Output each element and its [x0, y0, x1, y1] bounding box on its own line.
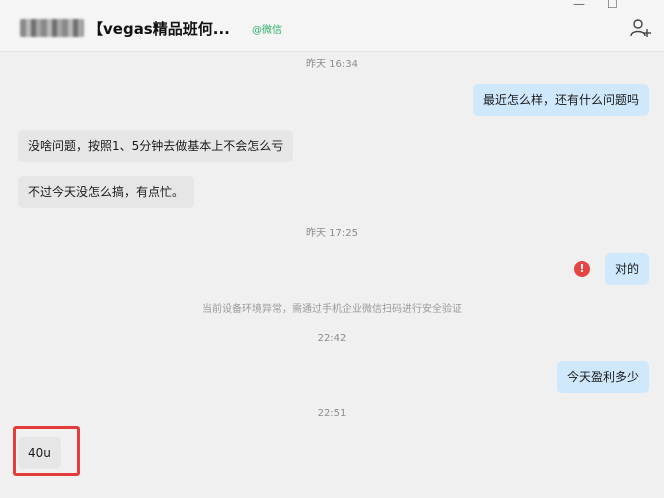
redacted-avatar	[20, 19, 84, 37]
security-notice: 当前设备环境异常，需通过手机企业微信扫码进行安全验证	[202, 304, 462, 315]
timestamp: 22:51	[317, 408, 347, 419]
message-bubble-outgoing[interactable]: 今天盈利多少	[556, 361, 649, 393]
message-bubble-incoming[interactable]: 不过今天没怎么搞，有点忙。	[18, 176, 195, 208]
maximize-button[interactable]: ☐	[607, 0, 618, 11]
highlight-box	[13, 426, 80, 476]
add-member-icon[interactable]	[630, 18, 652, 38]
timestamp: 昨天 17:25	[306, 228, 358, 239]
send-failed-icon[interactable]: !	[574, 261, 590, 277]
message-bubble-incoming[interactable]: 没啥问题，按照1、5分钟去做基本上不会怎么亏	[18, 130, 294, 162]
message-bubble-outgoing[interactable]: 对的	[604, 253, 649, 285]
timestamp: 昨天 16:34	[306, 59, 358, 70]
chat-title[interactable]: 【vegas精品班何...	[88, 18, 230, 39]
minimize-button[interactable]: —	[573, 0, 585, 11]
message-bubble-outgoing[interactable]: 最近怎么样，还有什么问题吗	[472, 84, 649, 116]
chat-header: 【vegas精品班何... @微信 — ☐	[0, 0, 664, 52]
timestamp: 22:42	[317, 333, 347, 344]
wechat-tag: @微信	[252, 25, 282, 36]
